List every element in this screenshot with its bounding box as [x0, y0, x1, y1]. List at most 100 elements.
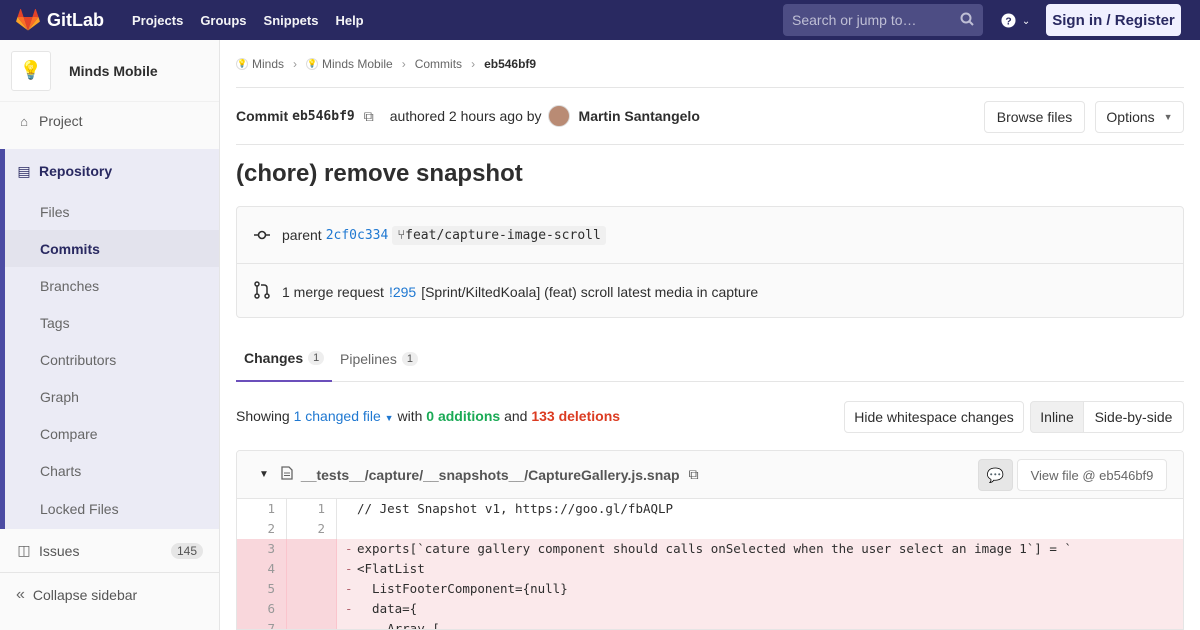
comment-button[interactable]: 💬 [978, 459, 1013, 491]
new-line-number[interactable] [287, 559, 337, 579]
showing-text: Showing [236, 408, 290, 424]
breadcrumb-item-project[interactable]: Minds Mobile [322, 57, 393, 71]
new-line-number[interactable]: 2 [287, 519, 337, 539]
gitlab-logo[interactable]: GitLab [16, 9, 104, 31]
branch-label[interactable]: ⑂feat/capture-image-scroll [392, 225, 606, 245]
branch-name: feat/capture-image-scroll [405, 227, 601, 243]
sidebar-project-header[interactable]: 💡 Minds Mobile [0, 40, 219, 102]
diff-file-name[interactable]: __tests__/capture/__snapshots__/CaptureG… [301, 467, 680, 483]
sidebar-item-branches[interactable]: Branches [5, 267, 219, 304]
nav-groups[interactable]: Groups [200, 13, 246, 28]
project-avatar: 💡 [11, 50, 51, 91]
commit-title: (chore) remove snapshot [236, 160, 523, 187]
parent-sha-link[interactable]: 2cf0c334 [326, 228, 389, 243]
new-line-number[interactable] [287, 579, 337, 599]
new-line-number[interactable] [287, 599, 337, 619]
code-text: data={ [357, 601, 418, 616]
diff-marker: - [345, 601, 353, 616]
old-line-number[interactable]: 2 [237, 519, 287, 539]
line-code: // Jest Snapshot v1, https://goo.gl/fbAQ… [337, 499, 673, 519]
diff-marker: - [345, 561, 353, 576]
diff-line: 22 [237, 519, 1183, 539]
view-file-button[interactable]: View file @ eb546bf9 [1017, 459, 1167, 491]
caret-down-icon[interactable]: ▼ [259, 469, 269, 480]
breadcrumb-item-group[interactable]: Minds [252, 57, 284, 71]
code-text: <FlatList [357, 561, 425, 576]
parent-row: parent 2cf0c334 ⑂feat/capture-image-scro… [237, 207, 1183, 263]
sidebar-item-project[interactable]: ⌂ Project [0, 102, 219, 140]
issues-count-badge: 145 [170, 542, 203, 559]
project-name: Minds Mobile [69, 62, 158, 79]
old-line-number[interactable]: 3 [237, 539, 287, 559]
project-avatar-icon: 💡 [306, 57, 319, 70]
old-line-number[interactable]: 4 [237, 559, 287, 579]
file-icon [281, 466, 293, 483]
old-line-number[interactable]: 1 [237, 499, 287, 519]
sidebar-item-locked-files[interactable]: Locked Files [5, 489, 219, 529]
diff-summary: Showing 1 changed file ▼ with 0 addition… [236, 408, 620, 424]
book-icon: ▤ [17, 162, 31, 179]
nav-snippets[interactable]: Snippets [264, 13, 319, 28]
changed-files-dropdown[interactable]: 1 changed file ▼ [294, 408, 394, 424]
breadcrumb-item-commits[interactable]: Commits [415, 57, 462, 71]
copy-icon[interactable]: ⧉ [364, 108, 374, 125]
sidebar-item-commits[interactable]: Commits [5, 230, 219, 267]
options-label: Options [1106, 109, 1155, 125]
brand-label: GitLab [47, 9, 104, 30]
sidebar-item-repository[interactable]: ▤ Repository [5, 149, 219, 193]
diff-line: 1 1 // Jest Snapshot v1, https://goo.gl/fb… [237, 499, 1183, 519]
chevron-down-icon: ⌄ [1021, 16, 1031, 27]
old-line-number[interactable]: 5 [237, 579, 287, 599]
search-input[interactable]: Search or jump to… [783, 4, 983, 36]
sidebar-item-charts[interactable]: Charts [5, 452, 219, 489]
diff-marker: - [345, 541, 353, 556]
main-content: 💡 Minds › 💡 Minds Mobile › Commits › eb5… [220, 40, 1200, 630]
old-line-number[interactable]: 6 [237, 599, 287, 619]
diff-line: 3 - exports[`cature gallery component shou… [237, 539, 1183, 559]
additions-count: 0 additions [426, 408, 501, 424]
sidebar: 💡 Minds Mobile ⌂ Project ▤ Repository Fi… [0, 40, 220, 630]
deletions-count: 133 deletions [531, 408, 621, 424]
nav-projects[interactable]: Projects [132, 13, 183, 28]
line-code: - exports[`cature gallery component shoul… [337, 539, 1072, 559]
new-line-number[interactable] [287, 539, 337, 559]
new-line-number[interactable]: 1 [287, 499, 337, 519]
old-line-number[interactable]: 7 [237, 619, 287, 629]
sidebar-item-graph[interactable]: Graph [5, 378, 219, 415]
sidebar-item-contributors[interactable]: Contributors [5, 341, 219, 378]
new-line-number[interactable] [287, 619, 337, 629]
sidebar-item-tags[interactable]: Tags [5, 304, 219, 341]
parent-label: parent [282, 227, 322, 243]
line-code [337, 519, 357, 539]
tab-label: Pipelines [340, 351, 397, 367]
search-placeholder: Search or jump to… [792, 12, 917, 28]
tab-pipelines[interactable]: Pipelines 1 [332, 336, 426, 382]
sidebar-item-compare[interactable]: Compare [5, 415, 219, 452]
breadcrumb-item-sha[interactable]: eb546bf9 [484, 57, 536, 71]
browse-files-button[interactable]: Browse files [984, 101, 1085, 133]
code-text: ListFooterComponent={null} [357, 581, 568, 596]
collapse-sidebar-button[interactable]: « Collapse sidebar [0, 573, 219, 617]
help-dropdown[interactable]: ? ⌄ [1001, 11, 1030, 28]
sidebar-item-issues[interactable]: ◫ Issues 145 [0, 529, 219, 573]
line-code: - ListFooterComponent={null} [337, 579, 568, 599]
nav-help[interactable]: Help [335, 13, 363, 28]
author-avatar[interactable] [547, 105, 570, 127]
copy-icon[interactable]: ⧉ [689, 466, 699, 483]
sidebar-item-files[interactable]: Files [5, 193, 219, 230]
inline-view-button[interactable]: Inline [1030, 401, 1084, 433]
caret-down-icon: ▼ [1163, 112, 1173, 122]
author-name[interactable]: Martin Santangelo [579, 108, 700, 124]
double-chevron-left-icon: « [16, 586, 25, 603]
sign-in-button[interactable]: Sign in / Register [1046, 4, 1181, 36]
chevron-right-icon: › [471, 56, 476, 71]
hide-whitespace-button[interactable]: Hide whitespace changes [844, 401, 1024, 433]
code-text: exports[`cature gallery component should… [357, 541, 1072, 556]
merge-request-link[interactable]: !295 [389, 284, 416, 300]
side-by-side-button[interactable]: Side-by-side [1083, 401, 1184, 433]
options-dropdown[interactable]: Options ▼ [1095, 101, 1184, 133]
diff-file: ▼ __tests__/capture/__snapshots__/Captur… [236, 450, 1184, 630]
top-navbar: GitLab Projects Groups Snippets Help Sea… [0, 0, 1200, 40]
tab-changes[interactable]: Changes 1 [236, 336, 333, 382]
tab-label: Changes [244, 350, 304, 366]
